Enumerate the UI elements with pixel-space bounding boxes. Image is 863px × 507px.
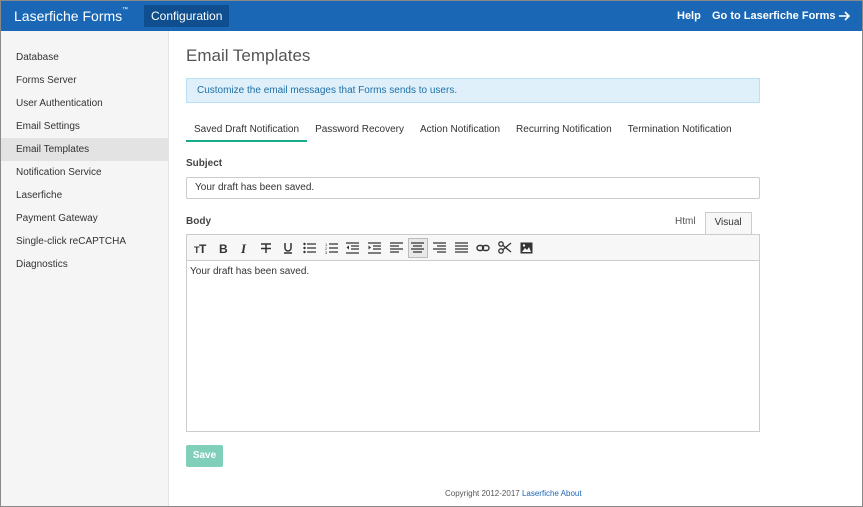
sidebar-item-single-click-recaptcha[interactable]: Single-click reCAPTCHA <box>1 230 168 253</box>
align-right-icon <box>433 241 447 253</box>
sidebar-item-email-templates[interactable]: Email Templates <box>1 138 168 161</box>
page-title: Email Templates <box>186 46 311 65</box>
sidebar: Database Forms Server User Authentication E… <box>1 31 169 506</box>
save-button[interactable]: Save <box>186 445 223 467</box>
tab-saved-draft-notification[interactable]: Saved Draft Notification <box>186 122 308 142</box>
template-tabs: Saved Draft Notification Password Recover… <box>186 122 766 142</box>
top-navbar: Laserfiche Forms™ Configuration Help Go … <box>1 1 862 31</box>
link-button[interactable] <box>473 238 493 258</box>
tab-visual[interactable]: Visual <box>704 212 752 234</box>
app-window: Laserfiche Forms™ Configuration Help Go … <box>0 0 863 507</box>
bullet-list-button[interactable] <box>299 238 319 258</box>
indent-icon <box>368 241 381 254</box>
subject-input[interactable]: Your draft has been saved. <box>186 177 760 199</box>
cut-button[interactable] <box>495 238 515 258</box>
align-center-icon <box>411 241 425 253</box>
underline-button[interactable] <box>278 238 298 258</box>
trademark: ™ <box>122 7 129 13</box>
image-icon <box>520 242 533 253</box>
bold-icon: B <box>219 242 228 254</box>
bold-button[interactable]: B <box>213 238 233 258</box>
svg-text:B: B <box>219 242 228 254</box>
scissors-icon <box>497 241 512 254</box>
help-link[interactable]: Help <box>677 10 701 22</box>
go-to-forms-label: Go to Laserfiche Forms <box>712 10 836 22</box>
tab-html[interactable]: Html <box>666 212 705 234</box>
svg-text:I: I <box>240 242 247 254</box>
numbered-list-icon: 123 <box>325 242 338 254</box>
indent-button[interactable] <box>365 238 385 258</box>
tab-action-notification[interactable]: Action Notification <box>412 122 508 142</box>
svg-text:3: 3 <box>325 250 328 254</box>
sidebar-item-database[interactable]: Database <box>1 46 168 69</box>
subject-label: Subject <box>186 158 223 169</box>
link-icon <box>476 244 490 251</box>
bullet-list-icon <box>303 242 316 253</box>
tab-termination-notification[interactable]: Termination Notification <box>620 122 740 142</box>
outdent-button[interactable] <box>343 238 363 258</box>
tab-recurring-notification[interactable]: Recurring Notification <box>508 122 620 142</box>
sidebar-item-user-authentication[interactable]: User Authentication <box>1 92 168 115</box>
body-editor[interactable]: Your draft has been saved. <box>186 261 760 432</box>
sidebar-item-email-settings[interactable]: Email Settings <box>1 115 168 138</box>
strikethrough-button[interactable] <box>256 238 276 258</box>
footer: Copyright 2012-2017 Laserfiche About <box>170 489 862 498</box>
sidebar-item-forms-server[interactable]: Forms Server <box>1 69 168 92</box>
go-to-forms-link[interactable]: Go to Laserfiche Forms <box>712 10 851 22</box>
laserfiche-link[interactable]: Laserfiche <box>522 489 559 498</box>
strikethrough-icon <box>261 242 272 253</box>
align-left-icon <box>389 241 403 253</box>
tab-password-recovery[interactable]: Password Recovery <box>307 122 412 142</box>
copyright-text: Copyright 2012-2017 <box>445 489 520 498</box>
main-content: Email Templates Customize the email mess… <box>170 31 862 506</box>
numbered-list-button[interactable]: 123 <box>321 238 341 258</box>
italic-icon: I <box>240 242 247 254</box>
image-button[interactable] <box>516 238 536 258</box>
align-right-button[interactable] <box>430 238 450 258</box>
brand-name: Laserfiche Forms <box>14 8 123 24</box>
editor-toolbar: TT B I 123 <box>186 234 760 261</box>
editor-mode-tabs: Html Visual <box>666 212 752 234</box>
justify-button[interactable] <box>451 238 471 258</box>
brand-logo[interactable]: Laserfiche Forms™ <box>14 7 129 24</box>
body-label: Body <box>186 216 211 227</box>
svg-text:T: T <box>199 242 207 254</box>
configuration-tab[interactable]: Configuration <box>144 5 230 27</box>
align-center-button[interactable] <box>407 237 428 258</box>
font-size-button[interactable]: TT <box>191 238 211 258</box>
info-alert: Customize the email messages that Forms … <box>186 78 760 103</box>
align-left-button[interactable] <box>386 238 406 258</box>
sidebar-item-payment-gateway[interactable]: Payment Gateway <box>1 207 168 230</box>
sidebar-item-notification-service[interactable]: Notification Service <box>1 161 168 184</box>
font-size-icon: TT <box>194 242 207 254</box>
sidebar-item-laserfiche[interactable]: Laserfiche <box>1 184 168 207</box>
arrow-right-icon <box>839 11 851 21</box>
outdent-icon <box>346 241 360 254</box>
justify-icon <box>454 241 468 253</box>
about-link[interactable]: About <box>561 489 582 498</box>
sidebar-menu: Database Forms Server User Authentication E… <box>1 31 168 276</box>
italic-button[interactable]: I <box>234 238 254 258</box>
underline-icon <box>283 242 292 254</box>
sidebar-item-diagnostics[interactable]: Diagnostics <box>1 253 168 276</box>
